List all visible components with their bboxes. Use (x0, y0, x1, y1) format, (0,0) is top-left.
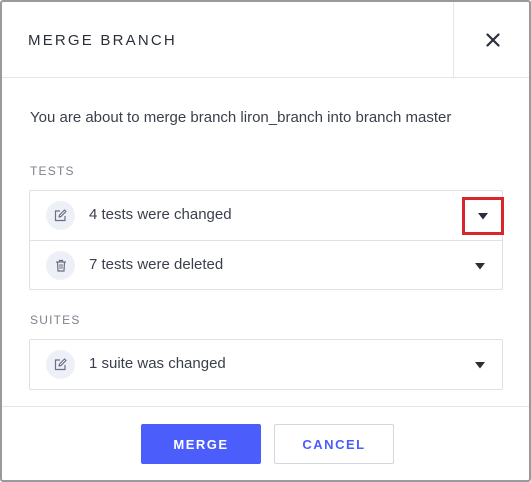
trash-icon (46, 251, 75, 280)
caret-down-icon (475, 361, 485, 368)
caret-down-icon (478, 212, 488, 219)
list-item-label: 1 suite was changed (89, 355, 226, 372)
edit-icon (46, 350, 75, 379)
list-item-label: 7 tests were deleted (89, 256, 224, 273)
merge-message: You are about to merge branch liron_bran… (30, 109, 452, 126)
caret-down-icon (475, 262, 485, 269)
merge-branch-dialog: MERGE BRANCH You are about to merge bran… (0, 0, 531, 482)
list-item-label: 4 tests were changed (89, 206, 232, 223)
suites-list: 1 suite was changed (29, 339, 503, 390)
suites-section-label: SUITES (30, 313, 81, 327)
tests-list: 4 tests were changed 7 tests were delete… (29, 190, 504, 290)
list-item-tests-deleted[interactable]: 7 tests were deleted (30, 240, 502, 289)
tests-section-label: TESTS (30, 164, 75, 178)
dialog-title: MERGE BRANCH (28, 32, 177, 49)
dialog-header: MERGE BRANCH (2, 2, 529, 78)
expand-toggle-tests-changed[interactable] (462, 197, 504, 235)
merge-button[interactable]: MERGE (141, 424, 261, 464)
list-item-suite-changed[interactable]: 1 suite was changed (30, 340, 502, 389)
expand-toggle-suite-changed[interactable] (473, 358, 487, 372)
list-item-tests-changed[interactable]: 4 tests were changed (30, 191, 504, 240)
dialog-footer: MERGE CANCEL (2, 406, 529, 480)
close-button[interactable] (453, 2, 529, 78)
edit-icon (46, 201, 75, 230)
close-icon (485, 33, 500, 47)
expand-toggle-tests-deleted[interactable] (473, 259, 487, 273)
cancel-button[interactable]: CANCEL (274, 424, 394, 464)
